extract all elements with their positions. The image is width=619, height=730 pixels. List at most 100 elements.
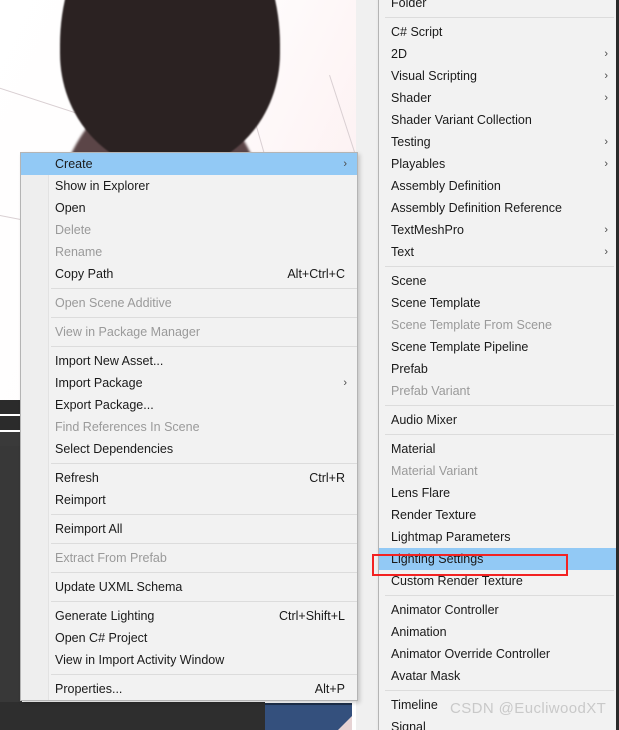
create-submenu-item-avatar-mask[interactable]: Avatar Mask [379,665,618,687]
menu-separator [51,543,357,544]
menu-item-label: Animation [391,625,447,639]
menu-item-label: TextMeshPro [391,223,464,237]
create-submenu[interactable]: Folder C# Script 2D › Visual Scripting › Shade… [378,0,619,730]
chevron-right-icon: › [604,246,608,258]
create-submenu-item-animator-controller[interactable]: Animator Controller [379,599,618,621]
create-submenu-item-custom-render-texture[interactable]: Custom Render Texture [379,570,618,592]
project-context-menu[interactable]: Create › Show in Explorer Open Delete Rename C… [20,152,358,701]
create-submenu-item-visual-scripting[interactable]: Visual Scripting › [379,65,618,87]
create-submenu-item-animator-override-controller[interactable]: Animator Override Controller [379,643,618,665]
context-menu-item-generate-lighting[interactable]: Generate Lighting Ctrl+Shift+L [21,605,357,627]
menu-item-label: Extract From Prefab [55,551,167,565]
create-submenu-item-lightmap-parameters[interactable]: Lightmap Parameters [379,526,618,548]
context-menu-item-open-c-project[interactable]: Open C# Project [21,627,357,649]
create-submenu-item-scene-template[interactable]: Scene Template [379,292,618,314]
create-submenu-item-shader[interactable]: Shader › [379,87,618,109]
menu-item-label: Shader Variant Collection [391,113,532,127]
chevron-right-icon: › [604,92,608,104]
context-menu-item-select-dependencies[interactable]: Select Dependencies [21,438,357,460]
chevron-right-icon: › [604,224,608,236]
create-submenu-item-shader-variant-collection[interactable]: Shader Variant Collection [379,109,618,131]
create-submenu-item-2d[interactable]: 2D › [379,43,618,65]
menu-item-label: Reimport [55,493,106,507]
context-menu-item-refresh[interactable]: Refresh Ctrl+R [21,467,357,489]
context-menu-item-create[interactable]: Create › [21,153,357,175]
create-submenu-item-assembly-definition-reference[interactable]: Assembly Definition Reference [379,197,618,219]
menu-separator [385,17,614,18]
menu-item-label: Select Dependencies [55,442,174,456]
create-submenu-item-render-texture[interactable]: Render Texture [379,504,618,526]
context-menu-item-show-in-explorer[interactable]: Show in Explorer [21,175,357,197]
menu-separator [51,514,357,515]
menu-separator [51,317,357,318]
menu-item-label: Render Texture [391,508,477,522]
menu-item-label: Scene Template From Scene [391,318,552,332]
create-submenu-item-audio-mixer[interactable]: Audio Mixer [379,409,618,431]
menu-item-label: Material Variant [391,464,478,478]
menu-separator [51,288,357,289]
menu-item-label: Prefab Variant [391,384,470,398]
create-submenu-item-scene[interactable]: Scene [379,270,618,292]
chevron-right-icon: › [604,48,608,60]
menu-item-label: Custom Render Texture [391,574,523,588]
context-menu-item-view-in-package-manager: View in Package Manager [21,321,357,343]
chevron-right-icon: › [604,136,608,148]
menu-item-label: View in Package Manager [55,325,200,339]
create-submenu-item-testing[interactable]: Testing › [379,131,618,153]
context-menu-item-import-new-asset[interactable]: Import New Asset... [21,350,357,372]
create-submenu-item-lens-flare[interactable]: Lens Flare [379,482,618,504]
menu-item-label: Prefab [391,362,428,376]
menu-separator [51,572,357,573]
menu-separator [385,595,614,596]
context-menu-item-rename: Rename [21,241,357,263]
create-submenu-item-material-variant: Material Variant [379,460,618,482]
menu-item-label: Lighting Settings [391,552,484,566]
editor-blue-panel [265,703,352,730]
context-menu-item-export-package[interactable]: Export Package... [21,394,357,416]
menu-item-label: Properties... [55,682,123,696]
create-submenu-item-signal[interactable]: Signal [379,716,618,730]
menu-item-label: Audio Mixer [391,413,457,427]
menu-item-label: Shader [391,91,432,105]
menu-item-label: Scene Template Pipeline [391,340,529,354]
menu-item-label: Scene Template [391,296,481,310]
context-menu-item-find-references-in-scene: Find References In Scene [21,416,357,438]
menu-item-label: Find References In Scene [55,420,200,434]
create-submenu-item-lighting-settings[interactable]: Lighting Settings [379,548,618,570]
menu-item-label: Open Scene Additive [55,296,172,310]
create-submenu-item-scene-template-from-scene: Scene Template From Scene [379,314,618,336]
create-submenu-item-prefab[interactable]: Prefab [379,358,618,380]
create-submenu-item-scene-template-pipeline[interactable]: Scene Template Pipeline [379,336,618,358]
create-submenu-item-material[interactable]: Material [379,438,618,460]
create-submenu-item-text[interactable]: Text › [379,241,618,263]
menu-item-label: Timeline [391,698,438,712]
context-menu-item-import-package[interactable]: Import Package › [21,372,357,394]
menu-item-label: Generate Lighting [55,609,155,623]
menu-item-label: Delete [55,223,92,237]
menu-item-label: Animator Override Controller [391,647,551,661]
menu-item-shortcut: Ctrl+Shift+L [278,609,345,623]
create-submenu-item-textmeshpro[interactable]: TextMeshPro › [379,219,618,241]
menu-item-label: Open C# Project [55,631,148,645]
context-menu-item-properties[interactable]: Properties... Alt+P [21,678,357,700]
menu-item-label: Import New Asset... [55,354,164,368]
create-submenu-item-assembly-definition[interactable]: Assembly Definition [379,175,618,197]
menu-item-label: Export Package... [55,398,154,412]
context-menu-item-reimport-all[interactable]: Reimport All [21,518,357,540]
context-menu-item-delete: Delete [21,219,357,241]
create-submenu-item-c-script[interactable]: C# Script [379,21,618,43]
create-submenu-item-animation[interactable]: Animation [379,621,618,643]
create-submenu-item-timeline[interactable]: Timeline [379,694,618,716]
menu-item-label: Show in Explorer [55,179,150,193]
menu-item-label: Create [55,157,93,171]
context-menu-item-update-uxml-schema[interactable]: Update UXML Schema [21,576,357,598]
context-menu-item-reimport[interactable]: Reimport [21,489,357,511]
context-menu-item-copy-path[interactable]: Copy Path Alt+Ctrl+C [21,263,357,285]
menu-item-label: Playables [391,157,446,171]
context-menu-item-open[interactable]: Open [21,197,357,219]
context-menu-item-list: Create › Show in Explorer Open Delete Rename C… [21,153,357,700]
create-submenu-item-playables[interactable]: Playables › [379,153,618,175]
create-submenu-item-folder[interactable]: Folder [379,0,618,14]
menu-item-label: Lens Flare [391,486,451,500]
context-menu-item-view-in-import-activity-window[interactable]: View in Import Activity Window [21,649,357,671]
